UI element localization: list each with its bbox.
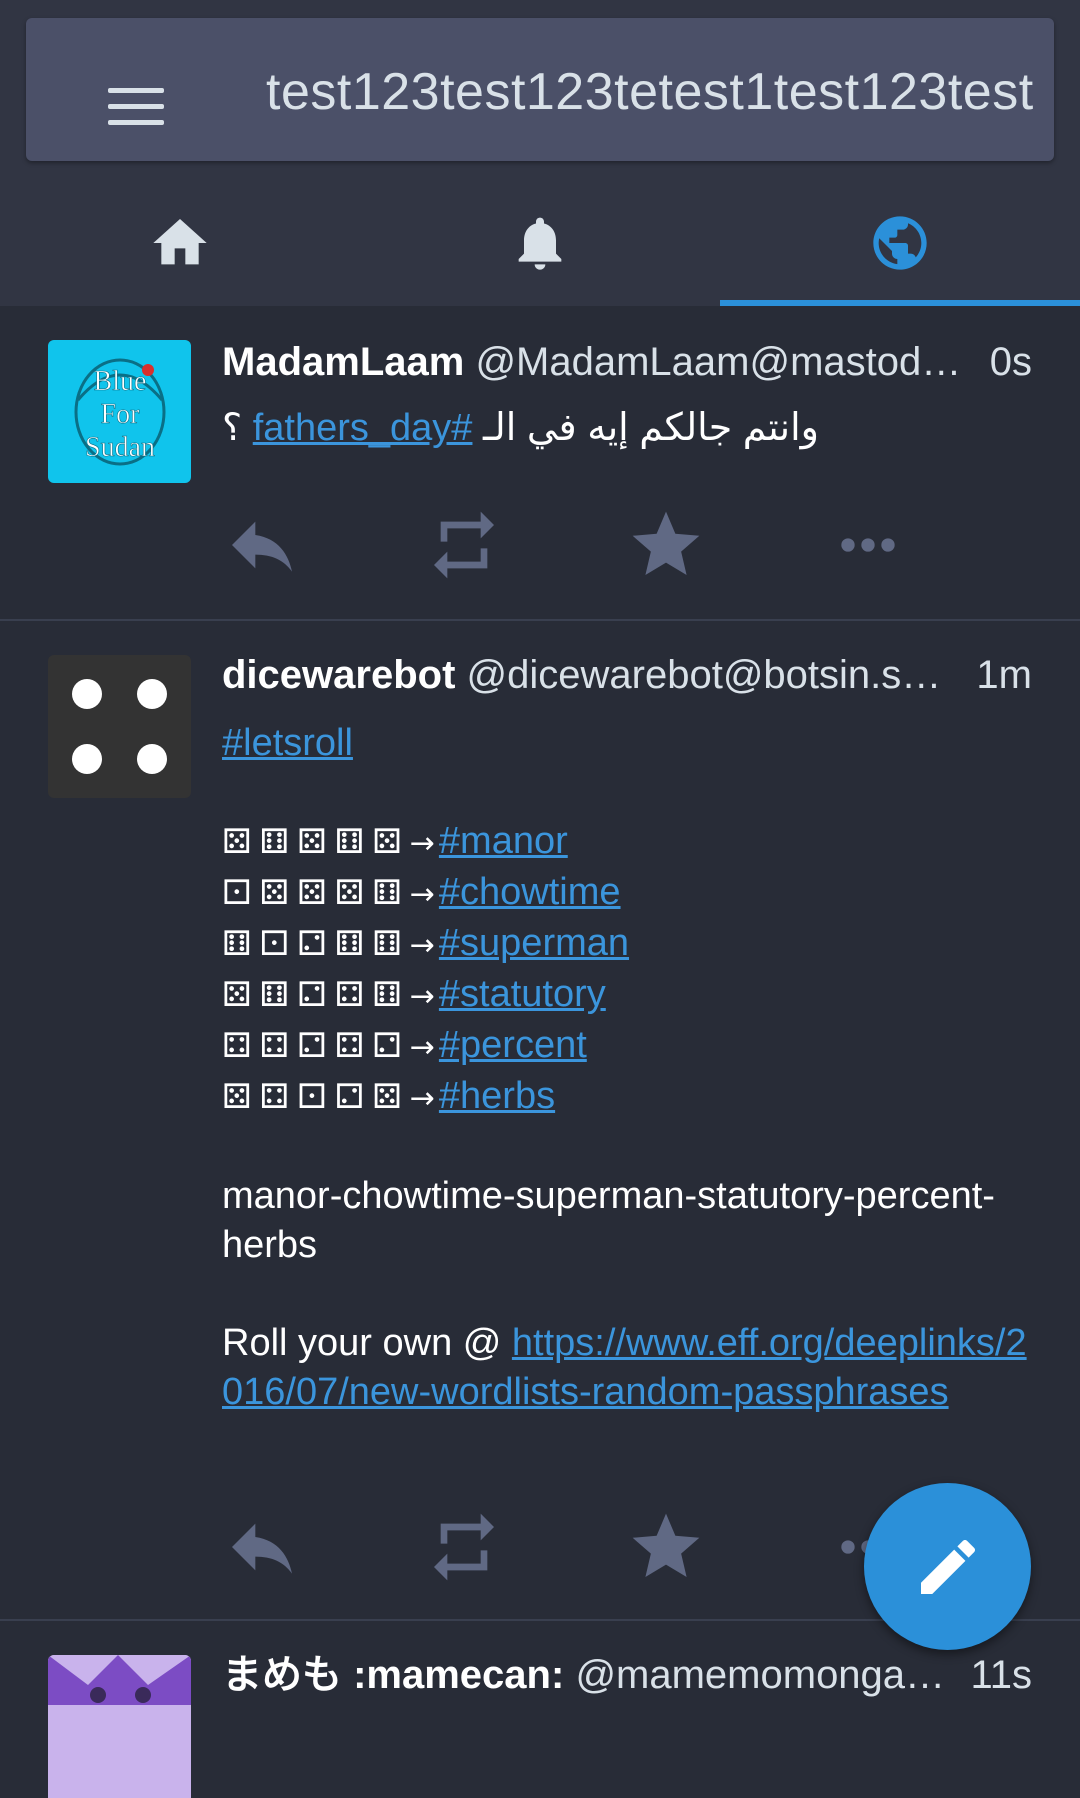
- arrow-glyph: →: [409, 1081, 435, 1116]
- tag-line: #letsroll: [222, 719, 1032, 768]
- dice-glyphs: ⚄⚃⚀⚁⚄: [222, 1077, 410, 1117]
- dice-roll-row: ⚅⚀⚁⚅⚅→ #superman: [222, 919, 1032, 970]
- dice-roll-row: ⚃⚃⚁⚃⚁→ #percent: [222, 1021, 1032, 1072]
- pencil-icon: [921, 1539, 976, 1594]
- dice-roll-row: ⚀⚄⚄⚄⚅→ #chowtime: [222, 868, 1032, 919]
- tab-home[interactable]: [0, 175, 360, 306]
- reply-button[interactable]: [222, 1507, 302, 1587]
- dice-glyphs: ⚄⚅⚄⚅⚄: [222, 822, 410, 862]
- status-item[interactable]: Blue For Sudan MadamLaam @MadamLaam@mast…: [0, 306, 1080, 621]
- roll-own-text: Roll your own @ https://www.eff.org/deep…: [222, 1319, 1032, 1417]
- timestamp[interactable]: 0s: [983, 336, 1032, 388]
- dice-glyphs: ⚅⚀⚁⚅⚅: [222, 924, 410, 964]
- status-content: ؟ fathers_day# وانتم جالكم إيه في الـ: [222, 404, 1032, 453]
- avatar[interactable]: [48, 655, 191, 798]
- dice-glyphs: ⚀⚄⚄⚄⚅: [222, 873, 410, 913]
- compose-button[interactable]: [864, 1483, 1031, 1650]
- hashtag-link[interactable]: #chowtime: [439, 871, 621, 913]
- status-header: dicewarebot @dicewarebot@botsin.s… 1m: [222, 649, 1032, 701]
- account-handle[interactable]: @MadamLaam@mastod…: [475, 340, 961, 384]
- timestamp[interactable]: 1m: [970, 649, 1032, 701]
- dice-glyphs: ⚄⚅⚁⚃⚅: [222, 975, 410, 1015]
- status-text: ؟ fathers_day# وانتم جالكم إيه في الـ: [222, 404, 1032, 453]
- avatar-text: Blue: [94, 366, 147, 397]
- status-header: まめも :mamecan: @mamemomonga… 11s: [222, 1649, 1032, 1701]
- anime-avatar-image: [48, 1655, 191, 1798]
- arrow-glyph: →: [409, 1030, 435, 1065]
- arabic-text: وانتم جالكم إيه في الـ: [483, 407, 820, 449]
- avatar[interactable]: Blue For Sudan: [48, 340, 191, 483]
- status-actions: [222, 1507, 942, 1587]
- instance-title: test123test123tetest1test123test: [266, 63, 1034, 121]
- status-header: MadamLaam @MadamLaam@mastod… 0s: [222, 336, 1032, 388]
- timestamp[interactable]: 11s: [964, 1649, 1032, 1701]
- instance-bar: test123test123tetest1test123test: [26, 18, 1054, 161]
- timeline-tabs: [0, 175, 1080, 306]
- hashtag-link[interactable]: #superman: [439, 922, 629, 964]
- avatar-text: Sudan: [85, 432, 155, 463]
- arrow-glyph: →: [409, 877, 435, 912]
- roll-own-prefix: Roll your own @: [222, 1322, 512, 1364]
- hashtag-link[interactable]: #percent: [439, 1024, 587, 1066]
- status-actions: [222, 505, 942, 585]
- reply-icon: [232, 521, 292, 572]
- boost-icon: [434, 1513, 494, 1581]
- menu-button[interactable]: [76, 62, 166, 152]
- hashtag-link[interactable]: #statutory: [439, 973, 606, 1015]
- hashtag-link[interactable]: fathers_day#: [253, 407, 473, 449]
- hamburger-line: [108, 104, 164, 109]
- dice-roll-row: ⚄⚅⚄⚅⚄→ #manor: [222, 817, 1032, 868]
- hashtag-link[interactable]: #herbs: [439, 1075, 555, 1117]
- tab-notifications[interactable]: [360, 175, 720, 306]
- star-icon: [632, 511, 700, 575]
- status-item[interactable]: dicewarebot @dicewarebot@botsin.s… 1m #l…: [0, 621, 1080, 1621]
- status-content: #letsroll ⚄⚅⚄⚅⚄→ #manor ⚀⚄⚄⚄⚅→ #chowtime ⚅…: [222, 719, 1032, 1417]
- hamburger-line: [108, 88, 164, 93]
- hamburger-line: [108, 120, 164, 125]
- display-name[interactable]: dicewarebot: [222, 653, 455, 697]
- avatar-text: For: [101, 399, 141, 430]
- display-name[interactable]: まめも :mamecan:: [222, 1653, 564, 1697]
- more-button[interactable]: [828, 505, 908, 585]
- boost-button[interactable]: [424, 1507, 504, 1587]
- arrow-glyph: →: [409, 826, 435, 861]
- avatar-image: Blue For Sudan: [74, 358, 166, 466]
- account-handle[interactable]: @mamemomonga…: [575, 1653, 945, 1697]
- globe-icon: [873, 216, 927, 270]
- arrow-glyph: →: [409, 979, 435, 1014]
- tab-federated[interactable]: [720, 175, 1080, 306]
- hashtag-link[interactable]: #letsroll: [222, 722, 353, 764]
- hashtag-link[interactable]: #manor: [439, 820, 568, 862]
- reply-icon: [232, 1523, 292, 1574]
- question-mark: ؟: [222, 407, 243, 449]
- reply-button[interactable]: [222, 505, 302, 585]
- passphrase-text: manor-chowtime-superman-statutory-percen…: [222, 1175, 995, 1266]
- favourite-button[interactable]: [626, 1507, 706, 1587]
- dice-glyphs: ⚃⚃⚁⚃⚁: [222, 1026, 410, 1066]
- boost-button[interactable]: [424, 505, 504, 585]
- more-icon: [841, 538, 895, 552]
- arrow-glyph: →: [409, 928, 435, 963]
- avatar[interactable]: [48, 1655, 191, 1798]
- favourite-button[interactable]: [626, 505, 706, 585]
- dice-avatar-image: [72, 679, 167, 774]
- home-icon: [153, 219, 207, 265]
- account-handle[interactable]: @dicewarebot@botsin.s…: [467, 653, 942, 697]
- bell-icon: [518, 217, 562, 270]
- dice-roll-row: ⚄⚃⚀⚁⚄→ #herbs: [222, 1072, 1032, 1123]
- boost-icon: [434, 511, 494, 579]
- dice-roll-row: ⚄⚅⚁⚃⚅→ #statutory: [222, 970, 1032, 1021]
- star-icon: [632, 1513, 700, 1577]
- display-name[interactable]: MadamLaam: [222, 340, 464, 384]
